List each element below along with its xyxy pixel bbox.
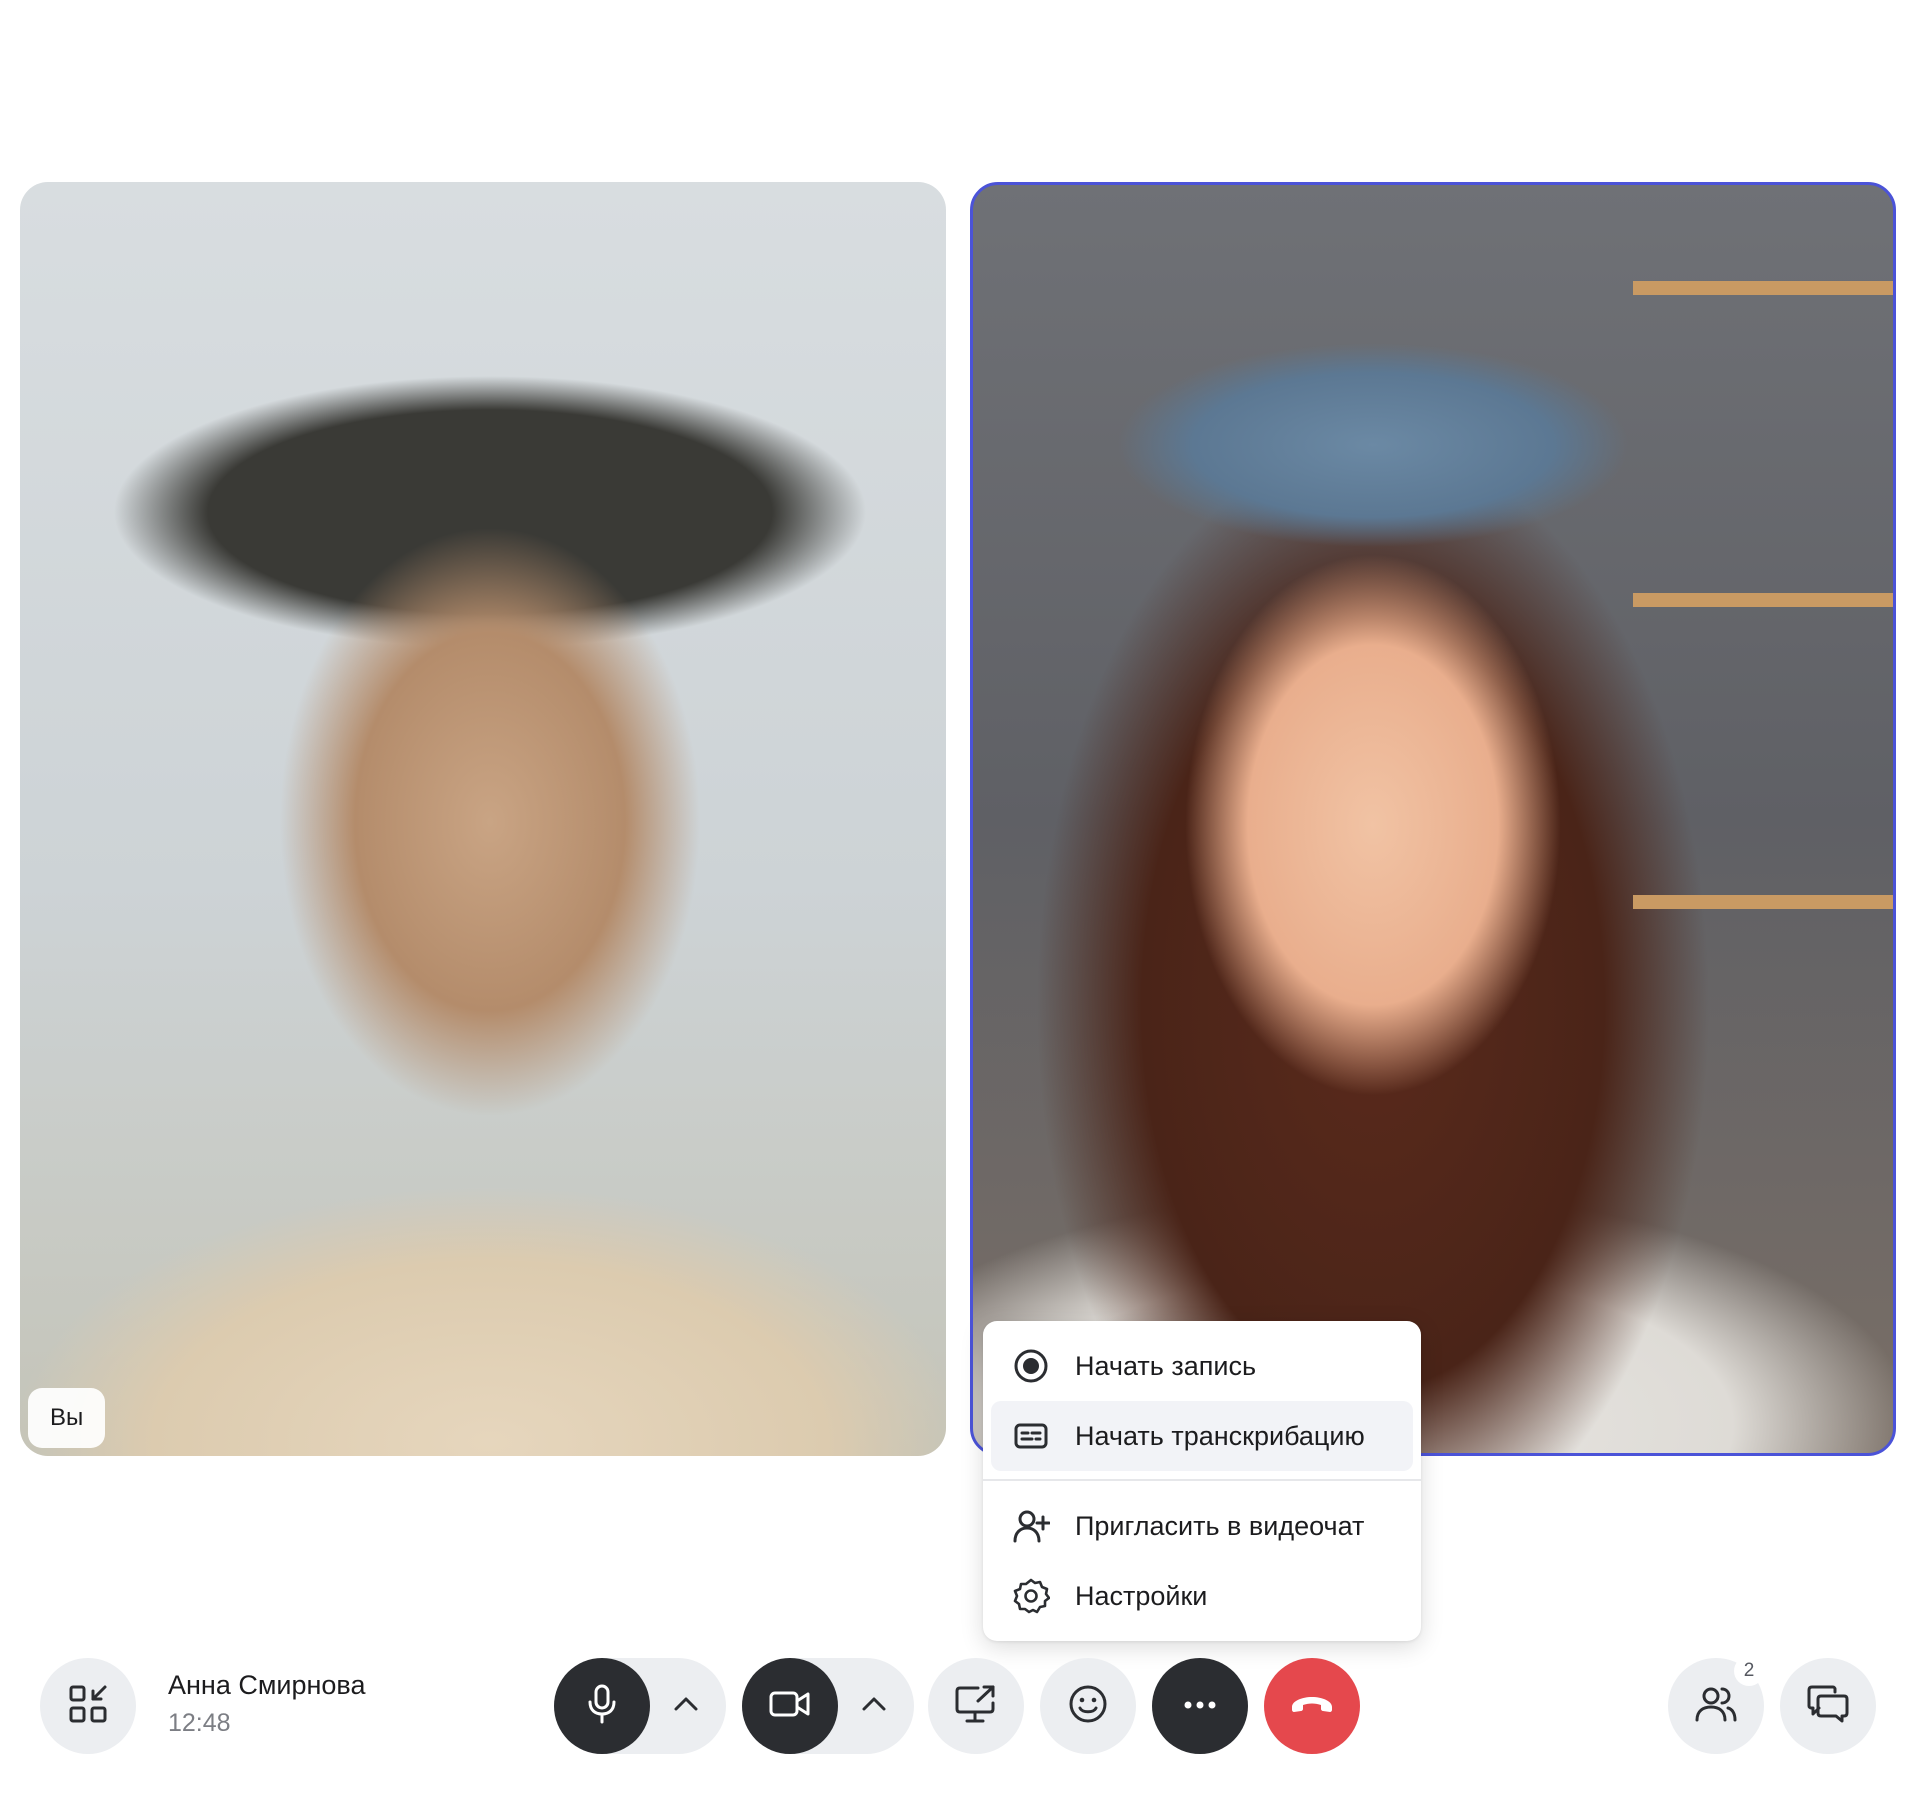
menu-divider	[983, 1479, 1421, 1481]
camera-options-button[interactable]	[844, 1658, 904, 1754]
menu-item-label: Начать запись	[1075, 1350, 1257, 1381]
menu-item-label: Пригласить в видеочат	[1075, 1510, 1365, 1541]
participants-count-badge: 2	[1734, 1656, 1764, 1686]
self-video-tile[interactable]: Вы	[20, 182, 946, 1456]
add-user-icon	[1011, 1506, 1051, 1546]
self-video-feed	[20, 182, 946, 1456]
menu-item-start-transcription[interactable]: Начать транскрибацию	[991, 1401, 1413, 1471]
emoji-icon	[1067, 1683, 1109, 1730]
mic-options-button[interactable]	[656, 1658, 716, 1754]
menu-item-start-recording[interactable]: Начать запись	[991, 1331, 1413, 1401]
chevron-up-icon	[673, 1696, 699, 1717]
more-icon	[1182, 1697, 1218, 1715]
menu-item-invite[interactable]: Пригласить в видеочат	[991, 1491, 1413, 1561]
video-call-screen: Вы Начать запись Начать транскрибацию Пр…	[0, 0, 1920, 1798]
chevron-up-icon	[861, 1696, 887, 1717]
remote-video-feed	[973, 185, 1893, 1453]
hang-up-button[interactable]	[1264, 1658, 1360, 1754]
menu-item-settings[interactable]: Настройки	[991, 1561, 1413, 1631]
gear-icon	[1011, 1576, 1051, 1616]
more-options-menu: Начать запись Начать транскрибацию Пригл…	[983, 1321, 1421, 1641]
self-label: Вы	[28, 1388, 106, 1448]
menu-item-label: Настройки	[1075, 1580, 1208, 1611]
hang-up-icon	[1288, 1693, 1336, 1720]
minimize-icon	[67, 1683, 109, 1730]
remote-video-tile[interactable]	[970, 182, 1896, 1456]
more-button[interactable]	[1152, 1658, 1248, 1754]
captions-icon	[1011, 1416, 1051, 1456]
record-icon	[1011, 1346, 1051, 1386]
minimize-button[interactable]	[40, 1658, 136, 1754]
caller-name: Анна Смирнова	[168, 1670, 366, 1700]
chat-button[interactable]	[1780, 1658, 1876, 1754]
camera-button[interactable]	[742, 1658, 838, 1754]
microphone-button[interactable]	[554, 1658, 650, 1754]
call-duration: 12:48	[168, 1709, 231, 1737]
participants-icon	[1694, 1684, 1738, 1729]
background-shelf	[1633, 593, 1893, 607]
microphone-icon	[585, 1683, 619, 1730]
camera-icon	[768, 1688, 812, 1725]
screen-share-icon	[954, 1683, 998, 1730]
screen-share-button[interactable]	[928, 1658, 1024, 1754]
background-shelf	[1633, 895, 1893, 909]
menu-item-label: Начать транскрибацию	[1075, 1420, 1365, 1451]
background-shelf	[1633, 281, 1893, 295]
chat-icon	[1806, 1684, 1850, 1729]
reactions-button[interactable]	[1040, 1658, 1136, 1754]
